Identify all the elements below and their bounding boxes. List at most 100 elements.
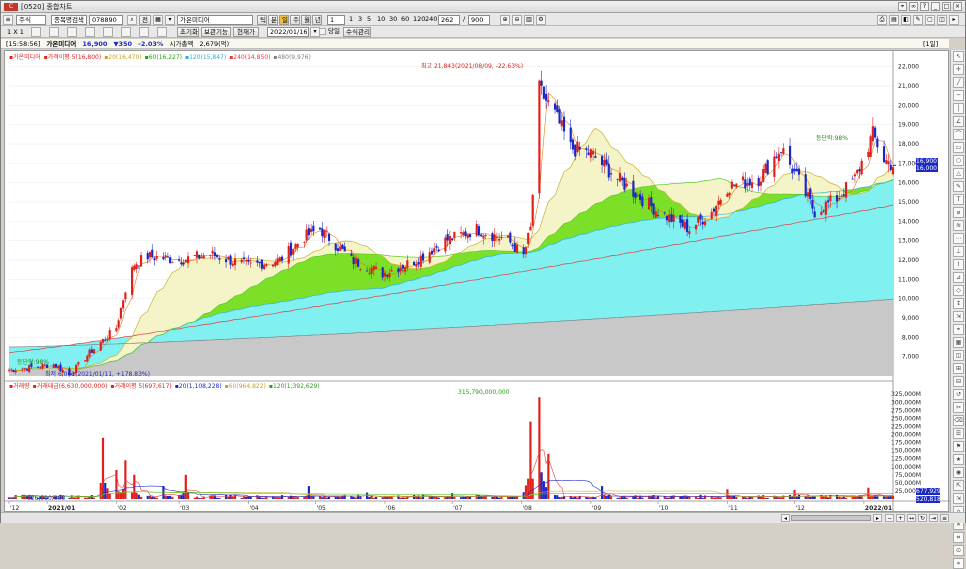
drawing-tool-16-icon[interactable]: ⌇ <box>953 259 964 270</box>
chart-type-icon[interactable]: ▥ <box>524 15 534 25</box>
drawing-tool-14-icon[interactable]: ⋯ <box>953 233 964 244</box>
drawing-tool-2-icon[interactable]: ╱ <box>953 77 964 88</box>
same-day-checkbox[interactable] <box>319 28 326 35</box>
tool-icon-7[interactable] <box>139 27 149 37</box>
drawing-tool-15-icon[interactable]: ⊥ <box>953 246 964 257</box>
split-icon[interactable]: ◫ <box>937 15 947 25</box>
grid-icon[interactable]: ▦ <box>153 15 163 25</box>
drawing-tool-22-icon[interactable]: ▦ <box>953 337 964 348</box>
close-icon[interactable]: × <box>953 2 962 11</box>
drawing-tool-24-icon[interactable]: ⊞ <box>953 363 964 374</box>
reset-button[interactable]: 초기화 <box>177 27 199 37</box>
drawing-tool-13-icon[interactable]: ≋ <box>953 220 964 231</box>
scroll-right-icon[interactable]: ▸ <box>873 514 882 522</box>
lock-icon[interactable]: ◧ <box>901 15 911 25</box>
drawing-tool-30-icon[interactable]: ⚑ <box>953 441 964 452</box>
drawing-tool-21-icon[interactable]: ⌖ <box>953 324 964 335</box>
drawing-tool-8-icon[interactable]: ○ <box>953 155 964 166</box>
help-icon[interactable]: ? <box>920 2 929 11</box>
period-button-4[interactable]: 월 <box>301 15 311 25</box>
minimize-icon[interactable]: _ <box>931 2 940 11</box>
interval-button-120[interactable]: 120 <box>413 15 425 24</box>
drawing-tool-18-icon[interactable]: ◇ <box>953 285 964 296</box>
interval-button-30[interactable]: 30 <box>389 15 397 24</box>
zoom-in-icon[interactable]: ⊕ <box>500 15 510 25</box>
refresh-icon[interactable]: ↻ <box>918 514 927 522</box>
period-button-5[interactable]: 년 <box>312 15 322 25</box>
maximize-icon[interactable]: □ <box>942 2 951 11</box>
drawing-tool-7-icon[interactable]: ▭ <box>953 142 964 153</box>
zoom-minus-icon[interactable]: − <box>885 514 894 522</box>
period-button-3[interactable]: 주 <box>290 15 300 25</box>
drawing-tool-11-icon[interactable]: T <box>953 194 964 205</box>
horizontal-scrollbar[interactable] <box>791 515 871 521</box>
drawing-tool-0-icon[interactable]: ↖ <box>953 51 964 62</box>
drawing-tool-6-icon[interactable]: ⌒ <box>953 129 964 140</box>
print-icon[interactable]: ⎙ <box>877 15 887 25</box>
drawing-tool-27-icon[interactable]: ✂ <box>953 402 964 413</box>
drawing-tool-19-icon[interactable]: ↕ <box>953 298 964 309</box>
fit-icon[interactable]: ↔ <box>907 514 916 522</box>
drawing-tool-38-icon[interactable]: ⊙ <box>953 545 964 556</box>
date-input[interactable]: 2022/01/16 <box>267 27 309 37</box>
prev-button[interactable]: 전 <box>139 15 151 25</box>
formula-button[interactable]: 수식관리 <box>343 27 371 37</box>
tool-icon-8[interactable] <box>157 27 167 37</box>
pin-icon[interactable]: ⌖ <box>898 2 907 11</box>
interval-button-1[interactable]: 1 <box>349 15 353 24</box>
menu-icon[interactable]: ≡ <box>940 514 949 522</box>
drawing-tool-1-icon[interactable]: ✛ <box>953 64 964 75</box>
settings-icon[interactable]: ⚙ <box>536 15 546 25</box>
last-icon[interactable]: ⇥ <box>929 514 938 522</box>
tool-icon-1[interactable] <box>31 27 41 37</box>
drawing-tool-29-icon[interactable]: ☰ <box>953 428 964 439</box>
current-price-button[interactable]: 현재가 <box>233 27 259 37</box>
period-button-2[interactable]: 일 <box>279 15 289 25</box>
drawing-tool-9-icon[interactable]: △ <box>953 168 964 179</box>
search-type-select[interactable]: 종목명검색 <box>51 15 87 25</box>
interval-button-60[interactable]: 60 <box>401 15 409 24</box>
drawing-tool-26-icon[interactable]: ↺ <box>953 389 964 400</box>
drawing-tool-25-icon[interactable]: ⊟ <box>953 376 964 387</box>
tool-icon-4[interactable] <box>85 27 95 37</box>
tool-icon-6[interactable] <box>121 27 131 37</box>
drawing-tool-10-icon[interactable]: ✎ <box>953 181 964 192</box>
tool-icon-2[interactable] <box>49 27 59 37</box>
drawing-tool-34-icon[interactable]: ⇲ <box>953 493 964 504</box>
zoom-out-icon[interactable]: ⊖ <box>512 15 522 25</box>
period-button-1[interactable]: 분 <box>268 15 278 25</box>
chart-svg[interactable]: 22,00021,00020,00019,00018,00017,00016,0… <box>5 51 950 513</box>
drawing-tool-4-icon[interactable]: │ <box>953 103 964 114</box>
window-icon[interactable]: ▢ <box>925 15 935 25</box>
drawing-tool-28-icon[interactable]: ⌫ <box>953 415 964 426</box>
link-icon[interactable]: ∞ <box>909 2 918 11</box>
drawing-tool-12-icon[interactable]: ⌀ <box>953 207 964 218</box>
stock-name-field[interactable]: 가온미디어 <box>177 15 253 25</box>
drawing-tool-20-icon[interactable]: ⇲ <box>953 311 964 322</box>
save-icon[interactable]: ▤ <box>889 15 899 25</box>
drawing-tool-39-icon[interactable]: ⋄ <box>953 558 964 569</box>
chart-area[interactable]: 22,000 21,000 20,000 19,000 18,000 17,000 16,0… <box>4 50 950 513</box>
interval-button-10[interactable]: 10 <box>377 15 385 24</box>
scroll-left-icon[interactable]: ◂ <box>781 514 790 522</box>
stock-code-input[interactable]: 078890 <box>89 15 123 25</box>
zoom-plus-icon[interactable]: + <box>896 514 905 522</box>
drawing-tool-3-icon[interactable]: ─ <box>953 90 964 101</box>
interval-button-3[interactable]: 3 <box>358 15 362 24</box>
tool-icon-5[interactable] <box>103 27 113 37</box>
tools-icon[interactable]: ✎ <box>913 15 923 25</box>
interval-button-240[interactable]: 240 <box>425 15 437 24</box>
drawing-tool-31-icon[interactable]: ★ <box>953 454 964 465</box>
drawing-tool-5-icon[interactable]: ∠ <box>953 116 964 127</box>
drawing-tool-37-icon[interactable]: ⌗ <box>953 532 964 543</box>
tool-icon-3[interactable] <box>67 27 77 37</box>
down-arrow-icon[interactable]: ▾ <box>165 15 175 25</box>
interval-button-5[interactable]: 5 <box>367 15 371 24</box>
magnifier-icon[interactable]: ⌕ <box>127 15 137 25</box>
drawing-tool-23-icon[interactable]: ◫ <box>953 350 964 361</box>
count-total[interactable]: 900 <box>468 15 490 25</box>
drawing-tool-32-icon[interactable]: ◉ <box>953 467 964 478</box>
count-input[interactable]: 262 <box>438 15 460 25</box>
interval-select[interactable]: 1 <box>327 15 345 25</box>
drawing-tool-33-icon[interactable]: ⇱ <box>953 480 964 491</box>
